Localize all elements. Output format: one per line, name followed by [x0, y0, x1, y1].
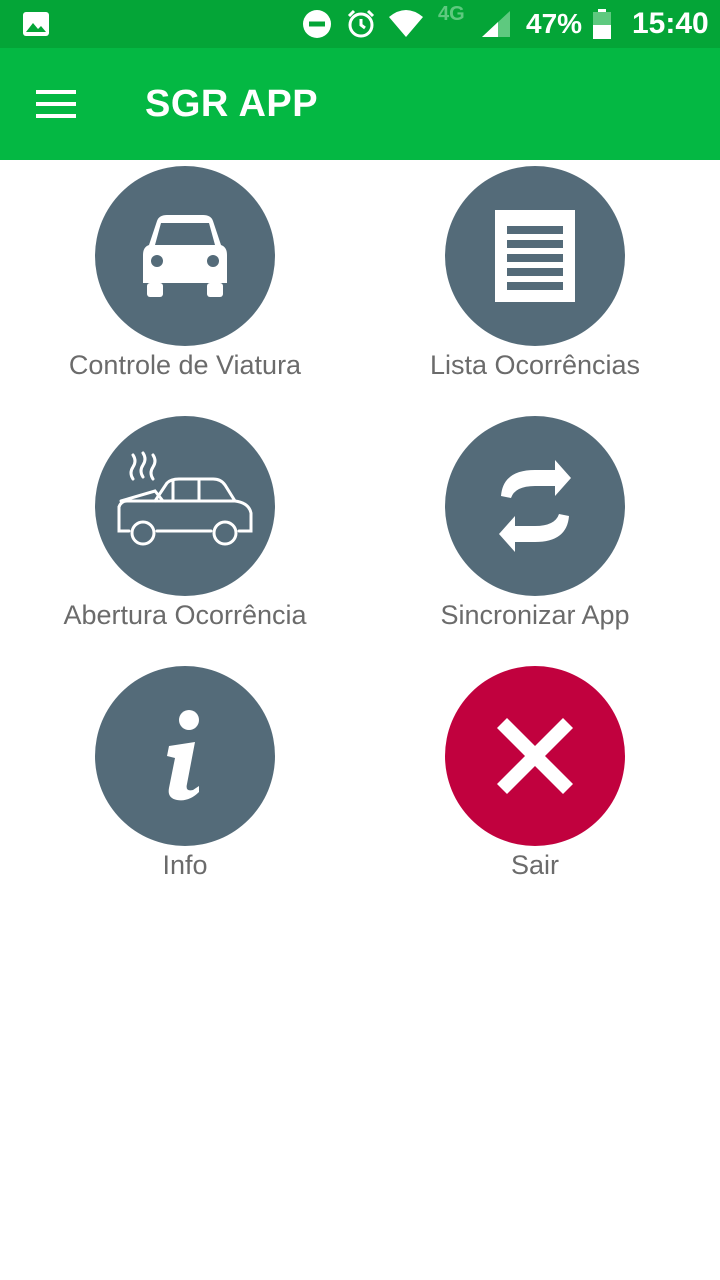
menu-item-abertura-ocorrencia[interactable]: Abertura Ocorrência [25, 410, 345, 640]
menu-item-label: Sincronizar App [440, 600, 630, 630]
wifi-icon [388, 0, 424, 48]
app-bar: SGR APP [0, 48, 720, 160]
battery-icon [592, 0, 612, 48]
status-bar: 4G 47% 15:40 [0, 0, 720, 48]
gallery-icon [22, 0, 50, 48]
clock: 15:40 [632, 7, 709, 40]
signal-icon [480, 0, 512, 48]
do-not-disturb-icon [302, 0, 332, 48]
network-type: 4G [438, 2, 465, 25]
hamburger-menu-icon [36, 90, 76, 118]
sync-icon [445, 416, 625, 596]
app-title: SGR APP [145, 83, 319, 125]
menu-item-label: Abertura Ocorrência [63, 600, 307, 630]
menu-item-info[interactable]: Info [25, 660, 345, 890]
menu-item-label: Info [162, 850, 208, 880]
menu-item-sair[interactable]: Sair [375, 660, 695, 890]
alarm-icon [345, 0, 377, 48]
document-list-icon [445, 166, 625, 346]
menu-item-label: Controle de Viatura [68, 350, 302, 380]
menu-button[interactable] [26, 78, 86, 130]
menu-item-sincronizar-app[interactable]: Sincronizar App [375, 410, 695, 640]
menu-item-label: Sair [510, 850, 559, 880]
info-icon [95, 666, 275, 846]
close-icon [445, 666, 625, 846]
car-breakdown-icon [95, 416, 275, 596]
menu-item-label: Lista Ocorrências [429, 350, 641, 380]
menu-item-controle-viatura[interactable]: Controle de Viatura [25, 160, 345, 390]
car-icon [95, 166, 275, 346]
menu-item-lista-ocorrencias[interactable]: Lista Ocorrências [375, 160, 695, 390]
battery-percent: 47% [526, 8, 583, 39]
